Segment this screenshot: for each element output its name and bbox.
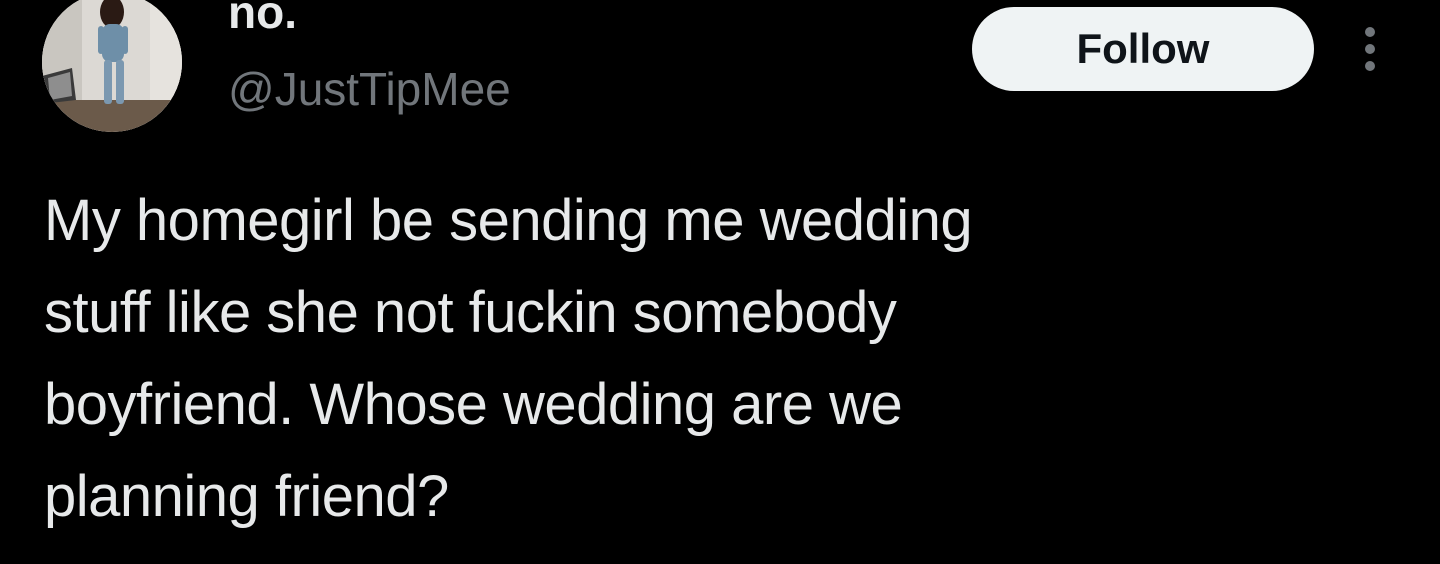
author-avatar[interactable] [42, 0, 182, 132]
follow-button[interactable]: Follow [972, 7, 1314, 91]
tweet-text-line: stuff like she not fuckin somebody [44, 280, 897, 345]
more-options-button[interactable] [1348, 22, 1392, 78]
author-handle[interactable]: @JustTipMee [228, 60, 511, 118]
avatar-photo-icon [42, 0, 182, 132]
tweet-text-line: My homegirl be sending me wedding [44, 188, 973, 253]
tweet-card: no. @JustTipMee Follow My homegirl be se… [0, 0, 1440, 564]
tweet-text: My homegirl be sending me wedding stuff … [44, 175, 1344, 543]
author-display-name[interactable]: no. [228, 0, 297, 38]
tweet-text-line: planning friend? [44, 464, 449, 529]
tweet-text-line: boyfriend. Whose wedding are we [44, 372, 903, 437]
more-options-icon [1365, 27, 1375, 71]
